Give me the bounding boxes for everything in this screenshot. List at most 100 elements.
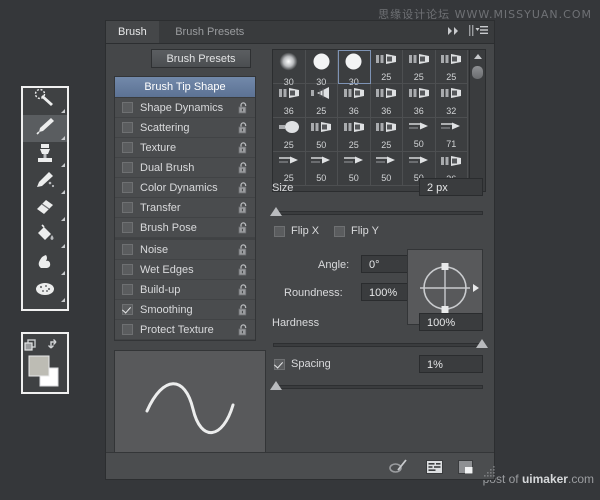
option-checkbox[interactable]: [122, 222, 133, 233]
brush-preset-cell[interactable]: 50: [403, 118, 436, 152]
option-checkbox[interactable]: [122, 244, 133, 255]
brush-option-protect-texture[interactable]: Protect Texture: [115, 320, 255, 340]
option-checkbox[interactable]: [122, 122, 133, 133]
lock-open-icon[interactable]: [238, 181, 249, 194]
brush-option-dual-brush[interactable]: Dual Brush: [115, 158, 255, 178]
clone-stamp-tool[interactable]: [23, 142, 67, 169]
brush-option-scattering[interactable]: Scattering: [115, 118, 255, 138]
brush-option-smoothing[interactable]: Smoothing: [115, 300, 255, 320]
brush-option-texture[interactable]: Texture: [115, 138, 255, 158]
lock-open-icon[interactable]: [238, 201, 249, 214]
scroll-up-arrow-icon[interactable]: [474, 54, 482, 59]
brush-preset-cell[interactable]: 25: [403, 50, 436, 84]
color-swatch-graphics[interactable]: [23, 334, 67, 392]
flip-x-checkbox-box[interactable]: [274, 225, 285, 237]
brush-tip-thumbnail: [440, 86, 462, 105]
tab-brush[interactable]: Brush: [106, 21, 159, 43]
brush-option-wet-edges[interactable]: Wet Edges: [115, 260, 255, 280]
brush-preset-cell[interactable]: 71: [435, 118, 468, 152]
flip-x-checkbox[interactable]: Flip X: [274, 225, 319, 237]
eraser-tool[interactable]: [23, 196, 67, 223]
option-checkbox[interactable]: [122, 324, 133, 335]
option-checkbox[interactable]: [122, 162, 133, 173]
brush-preset-cell[interactable]: 30: [273, 50, 306, 87]
brush-preset-cell[interactable]: 36: [370, 84, 403, 118]
spacing-slider[interactable]: [270, 381, 483, 390]
brush-preset-cell[interactable]: 36: [338, 84, 371, 118]
hardness-slider[interactable]: [273, 339, 488, 348]
brush-preset-cell[interactable]: 50: [338, 152, 371, 186]
brush-option-transfer[interactable]: Transfer: [115, 198, 255, 218]
spacing-checkbox[interactable]: Spacing: [274, 358, 331, 370]
option-checkbox[interactable]: [122, 102, 133, 113]
option-checkbox[interactable]: [122, 202, 133, 213]
scrollbar-thumb[interactable]: [472, 66, 483, 79]
brush-preset-grid[interactable]: 30 30 30 25 25 25 36 25 36 36 36 32 25 50 25 25 50 71 25 50…: [272, 49, 486, 192]
brush-option-brush-pose[interactable]: Brush Pose: [115, 218, 255, 238]
lock-open-icon[interactable]: [238, 141, 249, 154]
smudge-tool[interactable]: [23, 250, 67, 277]
brush-preset-cell[interactable]: 25: [305, 84, 338, 118]
brush-preset-cell[interactable]: 36: [273, 84, 306, 118]
option-brush-tip-shape[interactable]: Brush Tip Shape: [115, 77, 255, 98]
brush-preset-cell[interactable]: 50: [305, 118, 338, 152]
size-slider[interactable]: [270, 207, 483, 216]
brush-option-noise[interactable]: Noise: [115, 240, 255, 260]
brush-tool[interactable]: [23, 115, 67, 142]
brush-option-color-dynamics[interactable]: Color Dynamics: [115, 178, 255, 198]
brush-preset-cell[interactable]: 50: [370, 152, 403, 186]
collapse-double-arrow-icon[interactable]: [447, 26, 462, 36]
option-label: Protect Texture: [140, 323, 214, 336]
brush-preset-cell[interactable]: 32: [435, 84, 468, 118]
tab-brush-presets[interactable]: Brush Presets: [163, 21, 256, 43]
lock-open-icon[interactable]: [238, 263, 249, 276]
brush-preset-cell[interactable]: 25: [370, 118, 403, 152]
panel-menu-icon[interactable]: [469, 25, 488, 36]
brush-preset-panel-icon[interactable]: [426, 460, 443, 474]
lock-open-icon[interactable]: [238, 221, 249, 234]
option-checkbox[interactable]: [122, 182, 133, 193]
history-brush-tool[interactable]: [23, 169, 67, 196]
size-field[interactable]: 2 px: [419, 178, 483, 196]
brush-preset-cell[interactable]: 36: [403, 84, 436, 118]
resize-grip-icon[interactable]: [484, 465, 496, 477]
hardness-field[interactable]: 100%: [419, 313, 483, 331]
spacing-slider-knob[interactable]: [270, 381, 283, 390]
lock-open-icon[interactable]: [238, 283, 249, 296]
lock-open-icon[interactable]: [238, 101, 249, 114]
brush-preset-cell[interactable]: 25: [370, 50, 403, 84]
lock-open-icon[interactable]: [238, 121, 249, 134]
brush-preset-cell[interactable]: 25: [435, 50, 468, 84]
lock-open-icon[interactable]: [238, 243, 249, 256]
hardness-slider-knob[interactable]: [476, 339, 488, 348]
option-checkbox[interactable]: [122, 264, 133, 275]
spacing-checkbox-box[interactable]: [274, 358, 285, 370]
lock-open-icon[interactable]: [238, 323, 249, 336]
brush-preset-cell[interactable]: 25: [338, 118, 371, 152]
spacing-field[interactable]: 1%: [419, 355, 483, 373]
brush-preset-cell[interactable]: 25: [273, 118, 306, 152]
toggle-brush-preview-icon[interactable]: [389, 459, 409, 474]
sponge-tool[interactable]: [23, 277, 67, 304]
tool-more-indicator-icon: [61, 109, 65, 113]
brush-preset-cell[interactable]: 25: [273, 152, 306, 186]
option-checkbox[interactable]: [122, 304, 133, 315]
brush-option-build-up[interactable]: Build-up: [115, 280, 255, 300]
spot-healing-brush-tool[interactable]: [23, 88, 67, 115]
brush-preset-cell[interactable]: 30: [305, 50, 338, 87]
option-checkbox[interactable]: [122, 284, 133, 295]
option-label: Build-up: [140, 283, 181, 296]
brush-preset-cell[interactable]: 50: [305, 152, 338, 186]
brush-grid-scrollbar[interactable]: [469, 50, 485, 191]
brush-preset-cell[interactable]: 30: [338, 50, 371, 87]
flip-y-checkbox-box[interactable]: [334, 225, 345, 237]
option-checkbox[interactable]: [122, 142, 133, 153]
size-slider-knob[interactable]: [270, 207, 283, 216]
brush-presets-button[interactable]: Brush Presets: [151, 49, 251, 68]
paint-bucket-tool[interactable]: [23, 223, 67, 250]
brush-option-shape-dynamics[interactable]: Shape Dynamics: [115, 98, 255, 118]
lock-open-icon[interactable]: [238, 161, 249, 174]
new-brush-icon[interactable]: [458, 460, 473, 474]
lock-open-icon[interactable]: [238, 303, 249, 316]
flip-y-checkbox[interactable]: Flip Y: [334, 225, 379, 237]
